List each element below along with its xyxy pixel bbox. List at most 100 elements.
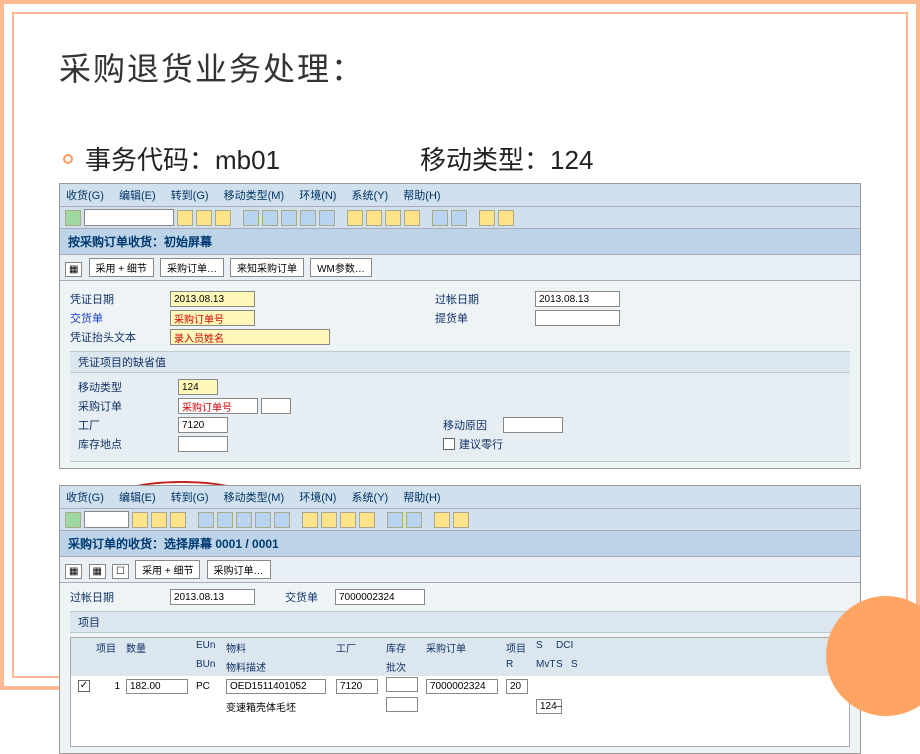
toolbar-icon[interactable] (319, 210, 335, 226)
suggest-zero-checkbox[interactable] (443, 438, 455, 450)
menu-item[interactable]: 编辑(E) (119, 190, 156, 202)
po-field[interactable]: 采购订单号 (178, 398, 258, 414)
screen-title: 按采购订单收货：初始屏幕 (60, 229, 860, 255)
toolbar-icon[interactable] (243, 210, 259, 226)
toolbar-icon[interactable] (151, 512, 167, 528)
menu-item[interactable]: 移动类型(M) (224, 190, 285, 202)
po-button[interactable]: 采购订单… (160, 258, 224, 277)
reason-label: 移动原因 (443, 417, 503, 433)
toolbar-icon[interactable] (302, 512, 318, 528)
slide-title: 采购退货业务处理： (59, 44, 861, 90)
adopt-detail-button[interactable]: 采用 + 细节 (135, 560, 200, 579)
post-date-field[interactable]: 2013.08.13 (535, 291, 620, 307)
toolbar-icon[interactable] (385, 210, 401, 226)
toolbar-icon[interactable] (274, 512, 290, 528)
table-header-row2: BUn 物料描述 批次 R MvT S S (71, 657, 849, 676)
menu-item[interactable]: 收货(G) (66, 492, 104, 504)
toolbar-icon[interactable] (451, 210, 467, 226)
command-field[interactable] (84, 511, 129, 528)
toolbar-icon[interactable] (340, 512, 356, 528)
ok-icon[interactable] (65, 210, 81, 226)
toolbar-icon[interactable] (132, 512, 148, 528)
sloc-field[interactable] (178, 436, 228, 452)
help-icon[interactable] (479, 210, 495, 226)
command-field[interactable] (84, 209, 174, 226)
layout-icon[interactable] (498, 210, 514, 226)
menu-item[interactable]: 移动类型(M) (224, 492, 285, 504)
col-mvt: MvT (533, 659, 553, 674)
toolbar-icon[interactable] (236, 512, 252, 528)
items-section-header: 项目 (70, 611, 850, 633)
cell-mat[interactable]: OED1511401052 (226, 679, 326, 694)
defaults-section-header: 凭证项目的缺省值 (70, 351, 850, 373)
toolbar-icon[interactable]: ▦ (89, 564, 106, 579)
cell-po[interactable]: 7000002324 (426, 679, 498, 694)
toolbar-icon[interactable] (215, 210, 231, 226)
cell-plant[interactable]: 7120 (336, 679, 378, 694)
slip-field[interactable]: 采购订单号 (170, 310, 255, 326)
layout-icon[interactable] (453, 512, 469, 528)
toolbar-icon[interactable] (196, 210, 212, 226)
col-qty: 数量 (123, 640, 193, 655)
doc-date-field[interactable]: 2013.08.13 (170, 291, 255, 307)
plant-field[interactable]: 7120 (178, 417, 228, 433)
slip-field[interactable]: 7000002324 (335, 589, 425, 605)
defaults-section: 移动类型 124 采购订单 采购订单号 工厂 7120 移动原因 库存地点 (70, 373, 850, 462)
toolbar-icon[interactable] (366, 210, 382, 226)
post-date-label: 过帐日期 (435, 291, 535, 307)
standard-toolbar (60, 207, 860, 229)
toolbar-icon[interactable] (198, 512, 214, 528)
cell-qty[interactable]: 182.00 (126, 679, 188, 694)
toolbar-icon[interactable] (262, 210, 278, 226)
toolbar-icon[interactable] (359, 512, 375, 528)
header-text-field[interactable]: 录入员姓名 (170, 329, 330, 345)
toolbar-icon[interactable] (300, 210, 316, 226)
doc-date-label: 凭证日期 (70, 291, 170, 307)
toolbar-icon[interactable]: ▦ (65, 262, 82, 277)
menu-item[interactable]: 系统(Y) (352, 492, 389, 504)
adopt-detail-button[interactable]: 采用 + 细节 (89, 258, 154, 277)
toolbar-icon[interactable] (432, 210, 448, 226)
toolbar-icon[interactable]: ▦ (65, 564, 82, 579)
menu-item[interactable]: 帮助(H) (403, 190, 440, 202)
menu-item[interactable]: 收货(G) (66, 190, 104, 202)
ok-icon[interactable] (65, 512, 81, 528)
mvt-text: 移动类型：124 (420, 140, 593, 177)
cell-poitm[interactable]: 20 (506, 679, 528, 694)
menu-item[interactable]: 帮助(H) (403, 492, 440, 504)
post-date-field[interactable]: 2013.08.13 (170, 589, 255, 605)
slide-content: 采购退货业务处理： 事务代码：mb01 移动类型：124 收货(G) 编辑(E)… (12, 12, 908, 678)
menu-item[interactable]: 环境(N) (299, 190, 336, 202)
bill-field[interactable] (535, 310, 620, 326)
reason-field[interactable] (503, 417, 563, 433)
menu-item[interactable]: 转到(G) (171, 492, 209, 504)
toolbar-icon[interactable] (347, 210, 363, 226)
menu-item[interactable]: 编辑(E) (119, 492, 156, 504)
po-item-field[interactable] (261, 398, 291, 414)
menu-item[interactable]: 环境(N) (299, 492, 336, 504)
toolbar-icon[interactable] (170, 512, 186, 528)
col-s2: S (553, 659, 568, 674)
po-button[interactable]: 采购订单… (207, 560, 271, 579)
col-mat: 物料 (223, 640, 333, 655)
menu-item[interactable]: 系统(Y) (352, 190, 389, 202)
mvt-type-field[interactable]: 124 (178, 379, 218, 395)
help-icon[interactable] (434, 512, 450, 528)
wm-param-button[interactable]: WM参数… (310, 258, 372, 277)
toolbar-icon[interactable]: ☐ (112, 564, 129, 579)
toolbar-icon[interactable] (321, 512, 337, 528)
toolbar-icon[interactable] (177, 210, 193, 226)
toolbar-icon[interactable] (281, 210, 297, 226)
header-text-label: 凭证抬头文本 (70, 329, 170, 345)
unknown-po-button[interactable]: 来知采购订单 (230, 258, 304, 277)
menu-item[interactable]: 转到(G) (171, 190, 209, 202)
toolbar-icon[interactable] (387, 512, 403, 528)
cell-matdesc: 变速箱壳体毛坯 (223, 699, 333, 714)
toolbar-icon[interactable] (406, 512, 422, 528)
row-checkbox[interactable]: ✓ (78, 680, 90, 692)
toolbar-icon[interactable] (255, 512, 271, 528)
toolbar-icon[interactable] (217, 512, 233, 528)
suggest-zero-label: 建议零行 (459, 436, 503, 452)
toolbar-icon[interactable] (404, 210, 420, 226)
cell-batch[interactable] (386, 697, 418, 712)
